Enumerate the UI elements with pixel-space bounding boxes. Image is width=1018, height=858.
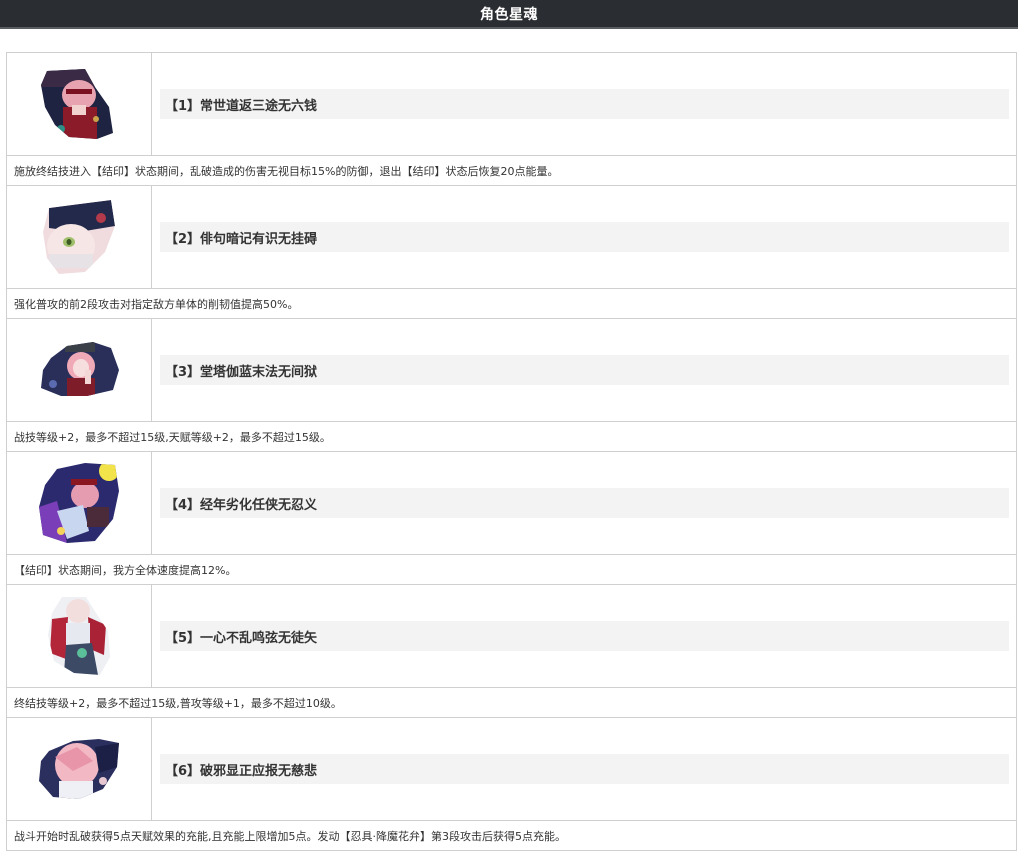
eidolon-1-artwork — [41, 68, 113, 139]
eidolon-description: 【结印】状态期间，我方全体速度提高12%。 — [6, 555, 1017, 585]
eidolon-4-artwork — [39, 463, 119, 543]
eidolon-description: 战斗开始时乱破获得5点天赋效果的充能,且充能上限增加5点。发动【忍具·降魔花弁】… — [6, 821, 1017, 851]
eidolon-header-row: 【4】经年劣化任侠无忍义 — [6, 452, 1017, 555]
eidolon-name: 【5】一心不乱鸣弦无徒矢 — [160, 621, 1009, 651]
eidolon-header-row: 【6】破邪显正应报无慈悲 — [6, 718, 1017, 821]
eidolon-entry-3: 【3】堂塔伽蓝末法无间狱 战技等级+2，最多不超过15级,天赋等级+2，最多不超… — [6, 319, 1017, 452]
eidolon-entry-5: 【5】一心不乱鸣弦无徒矢 终结技等级+2，最多不超过15级,普攻等级+1，最多不… — [6, 585, 1017, 718]
eidolon-entry-2: 【2】俳句暗记有识无挂碍 强化普攻的前2段攻击对指定敌方单体的削韧值提高50%。 — [6, 186, 1017, 319]
eidolon-name-cell: 【6】破邪显正应报无慈悲 — [152, 718, 1016, 820]
eidolon-entry-1: 【1】常世道返三途无六钱 施放终结技进入【结印】状态期间，乱破造成的伤害无视目标… — [6, 53, 1017, 186]
eidolon-image-cell — [7, 585, 152, 687]
eidolon-5-artwork — [48, 597, 110, 675]
eidolon-name: 【6】破邪显正应报无慈悲 — [160, 754, 1009, 784]
eidolon-image-cell — [7, 186, 152, 288]
eidolon-image-cell — [7, 452, 152, 554]
eidolon-header-row: 【2】俳句暗记有识无挂碍 — [6, 186, 1017, 289]
eidolon-name-cell: 【5】一心不乱鸣弦无徒矢 — [152, 585, 1016, 687]
eidolon-description: 终结技等级+2，最多不超过15级,普攻等级+1，最多不超过10级。 — [6, 688, 1017, 718]
eidolon-name-cell: 【4】经年劣化任侠无忍义 — [152, 452, 1016, 554]
page-title: 角色星魂 — [480, 6, 538, 23]
eidolon-description: 强化普攻的前2段攻击对指定敌方单体的削韧值提高50%。 — [6, 289, 1017, 319]
eidolon-table: 【1】常世道返三途无六钱 施放终结技进入【结印】状态期间，乱破造成的伤害无视目标… — [6, 52, 1017, 851]
eidolon-header-row: 【1】常世道返三途无六钱 — [6, 53, 1017, 156]
eidolon-name-cell: 【1】常世道返三途无六钱 — [152, 53, 1016, 155]
eidolon-name: 【3】堂塔伽蓝末法无间狱 — [160, 355, 1009, 385]
eidolon-name-cell: 【2】俳句暗记有识无挂碍 — [152, 186, 1016, 288]
eidolon-image-cell — [7, 53, 152, 155]
eidolon-3-artwork — [41, 342, 119, 396]
eidolon-image-cell — [7, 718, 152, 820]
eidolon-2-artwork — [43, 200, 115, 274]
page-header: 角色星魂 — [0, 0, 1018, 29]
eidolon-description: 施放终结技进入【结印】状态期间，乱破造成的伤害无视目标15%的防御，退出【结印】… — [6, 156, 1017, 186]
eidolon-description: 战技等级+2，最多不超过15级,天赋等级+2，最多不超过15级。 — [6, 422, 1017, 452]
eidolon-entry-4: 【4】经年劣化任侠无忍义 【结印】状态期间，我方全体速度提高12%。 — [6, 452, 1017, 585]
eidolon-6-artwork — [39, 739, 119, 799]
eidolon-image-cell — [7, 319, 152, 421]
eidolon-header-row: 【5】一心不乱鸣弦无徒矢 — [6, 585, 1017, 688]
eidolon-name-cell: 【3】堂塔伽蓝末法无间狱 — [152, 319, 1016, 421]
eidolon-header-row: 【3】堂塔伽蓝末法无间狱 — [6, 319, 1017, 422]
eidolon-name: 【2】俳句暗记有识无挂碍 — [160, 222, 1009, 252]
eidolon-name: 【4】经年劣化任侠无忍义 — [160, 488, 1009, 518]
eidolon-name: 【1】常世道返三途无六钱 — [160, 89, 1009, 119]
eidolon-entry-6: 【6】破邪显正应报无慈悲 战斗开始时乱破获得5点天赋效果的充能,且充能上限增加5… — [6, 718, 1017, 851]
